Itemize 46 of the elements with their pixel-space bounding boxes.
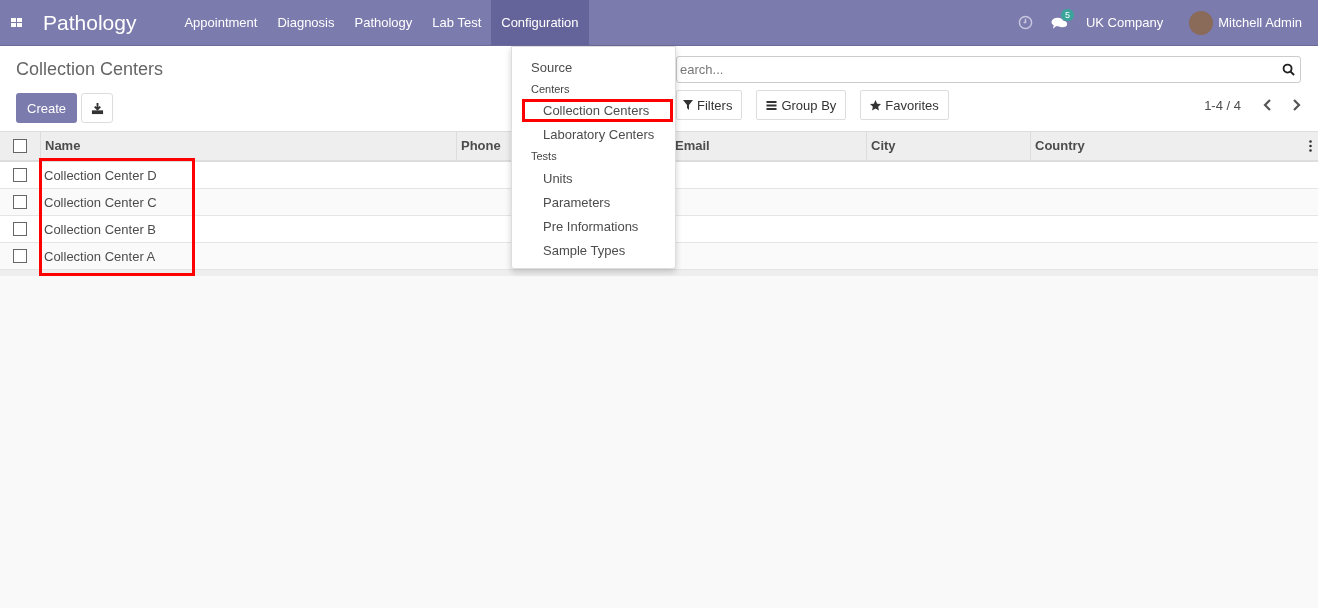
list-lines-icon <box>766 100 778 110</box>
nav-menu-item[interactable]: Pathology <box>344 0 423 45</box>
table-cell[interactable]: Collection Center C <box>40 194 157 210</box>
column-header[interactable]: Name <box>40 132 456 160</box>
table-cell[interactable]: Collection Center D <box>40 167 157 183</box>
dropdown-menu-item[interactable]: Collection Centers <box>522 99 673 122</box>
dropdown-menu-item[interactable]: Pre Informations <box>512 215 675 238</box>
create-button[interactable]: Create <box>16 93 78 123</box>
nav-menu-item[interactable]: Appointment <box>174 0 268 45</box>
apps-grid-icon[interactable] <box>11 17 23 28</box>
funnel-icon <box>683 100 693 110</box>
row-checkbox[interactable] <box>13 249 27 263</box>
company-switcher[interactable]: UK Company <box>1085 15 1164 30</box>
row-checkbox[interactable] <box>13 168 27 182</box>
dropdown-menu-item[interactable]: Sample Types <box>512 239 675 262</box>
select-all-checkbox[interactable] <box>13 139 27 153</box>
dropdown-menu-item[interactable]: Parameters <box>512 191 675 214</box>
table-cell[interactable]: Collection Center A <box>40 248 156 264</box>
row-checkbox[interactable] <box>13 222 27 236</box>
star-icon <box>870 99 882 111</box>
chevron-right-icon[interactable] <box>1291 99 1301 111</box>
search-option-button[interactable]: Group By <box>756 90 847 120</box>
menu-section-header: Centers <box>530 82 571 97</box>
message-count-badge: 5 <box>1060 8 1074 21</box>
menu-section-header: Tests <box>530 149 558 164</box>
dropdown-menu-item[interactable]: Source <box>512 56 675 79</box>
dropdown-menu-item[interactable]: Units <box>512 167 675 190</box>
pager-value: 1-4 / 4 <box>1204 97 1241 113</box>
nav-menu-item[interactable]: Configuration <box>491 0 589 45</box>
download-icon <box>90 101 104 115</box>
column-header[interactable]: City <box>866 132 1030 160</box>
nav-menu-item[interactable]: Diagnosis <box>267 0 345 45</box>
search-icon[interactable] <box>1282 63 1295 76</box>
column-header[interactable]: Country <box>1030 132 1305 160</box>
user-name[interactable]: Mitchell Admin <box>1218 15 1302 30</box>
search-field[interactable]: earch... <box>676 56 1301 83</box>
app-name: Pathology <box>43 10 137 35</box>
search-option-button[interactable]: Favorites <box>860 90 949 120</box>
chevron-left-icon[interactable] <box>1263 99 1273 111</box>
kebab-menu-icon[interactable] <box>1309 140 1312 152</box>
row-checkbox[interactable] <box>13 195 27 209</box>
download-button[interactable] <box>81 93 114 123</box>
search-option-button[interactable]: Filters <box>676 90 743 120</box>
table-cell[interactable]: Collection Center B <box>40 221 156 237</box>
page-title: Collection Centers <box>16 59 164 80</box>
nav-menu-item[interactable]: Lab Test <box>422 0 492 45</box>
